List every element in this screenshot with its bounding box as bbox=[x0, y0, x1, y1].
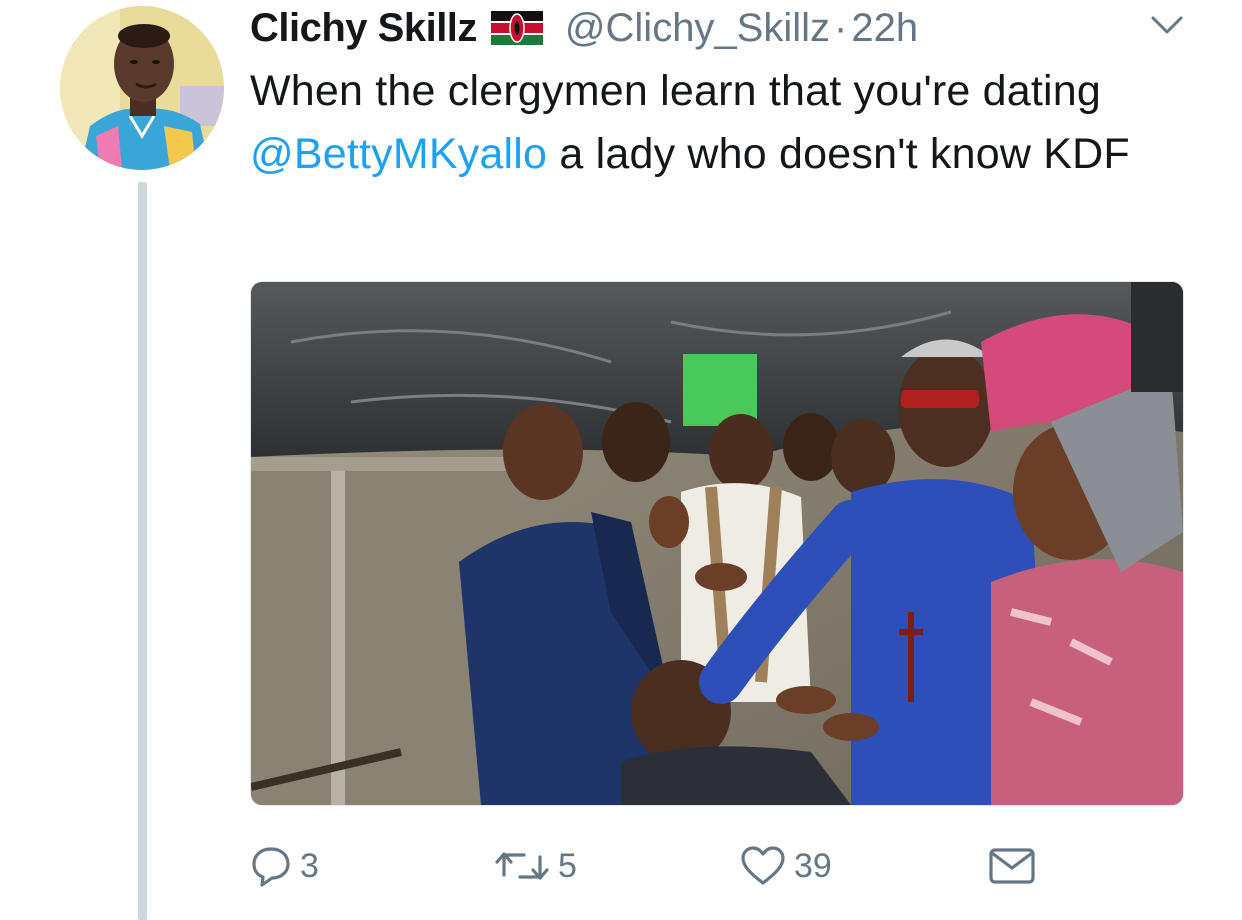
separator-dot: · bbox=[834, 5, 848, 50]
mention-link[interactable]: @BettyMKyallo bbox=[250, 130, 547, 178]
thread-line bbox=[138, 182, 147, 920]
like-button[interactable]: 39 bbox=[740, 836, 832, 896]
reply-button[interactable]: 3 bbox=[250, 836, 319, 896]
avatar-photo bbox=[60, 6, 224, 170]
reply-count: 3 bbox=[300, 846, 319, 885]
retweet-count: 5 bbox=[558, 846, 577, 885]
timestamp[interactable]: 22h bbox=[851, 6, 918, 51]
kenya-flag-icon bbox=[490, 11, 543, 45]
avatar[interactable] bbox=[60, 6, 224, 170]
tweet-media-image[interactable] bbox=[250, 281, 1184, 806]
reply-icon bbox=[250, 845, 292, 887]
tweet-text: When the clergymen learn that you're dat… bbox=[250, 60, 1150, 186]
tweet-text-part2: a lady who doesn't know KDF bbox=[547, 130, 1130, 178]
tweet-actions: 3 5 39 bbox=[250, 836, 1050, 896]
tweet-text-part1: When the clergymen learn that you're dat… bbox=[250, 67, 1102, 115]
envelope-icon bbox=[988, 846, 1036, 886]
media-photo bbox=[251, 282, 1183, 805]
user-handle[interactable]: @Clichy_Skillz bbox=[565, 6, 830, 51]
tweet-header: Clichy Skillz @Clichy_Skillz · 22h bbox=[250, 2, 918, 54]
like-count: 39 bbox=[794, 846, 832, 885]
heart-icon bbox=[740, 845, 786, 887]
chevron-down-icon[interactable] bbox=[1150, 14, 1184, 36]
retweet-icon bbox=[494, 845, 550, 887]
message-button[interactable] bbox=[988, 836, 1036, 896]
display-name[interactable]: Clichy Skillz bbox=[250, 6, 477, 51]
retweet-button[interactable]: 5 bbox=[494, 836, 577, 896]
